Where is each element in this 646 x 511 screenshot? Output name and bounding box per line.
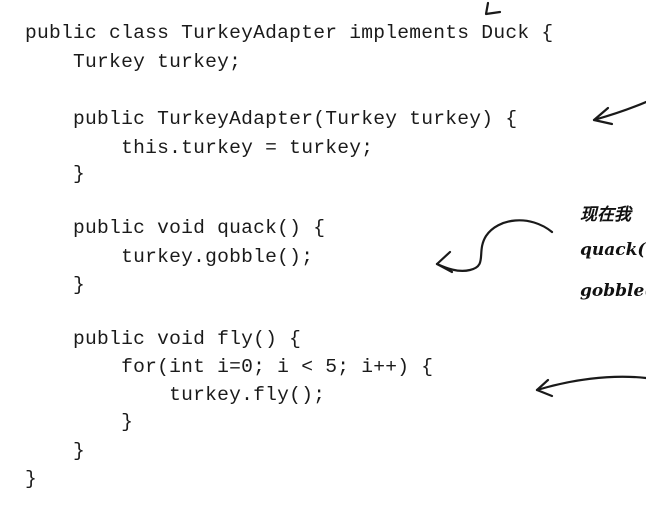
constructor-arrow-icon (592, 100, 646, 122)
handwritten-arrows (435, 1, 646, 398)
top-arrow-icon (484, 1, 502, 16)
quack-arrow-icon (435, 219, 554, 272)
loop-arrow-icon (535, 375, 646, 392)
